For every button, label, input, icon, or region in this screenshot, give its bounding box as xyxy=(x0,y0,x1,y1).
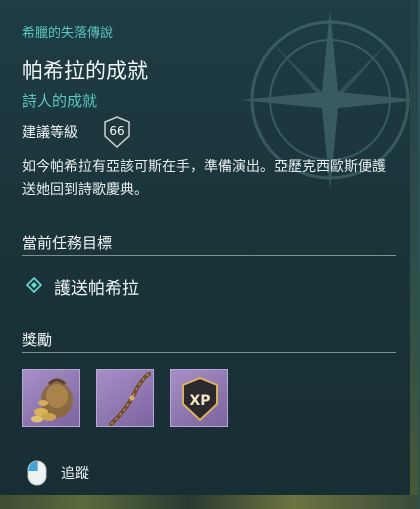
background-edge-bottom xyxy=(0,495,418,509)
track-button-label[interactable]: 追蹤 xyxy=(61,463,89,483)
mouse-icon[interactable] xyxy=(26,459,48,487)
level-badge: 66 xyxy=(103,116,131,148)
coin-pouch-icon xyxy=(31,378,73,423)
background-edge-right xyxy=(410,0,418,509)
quest-description: 如今帕希拉有亞該可斯在手，準備演出。亞歷克西歐斯便護送她回到詩歌慶典。 xyxy=(22,159,386,198)
reward-xp[interactable]: XP xyxy=(170,369,228,427)
diamond-objective-icon xyxy=(26,277,42,293)
xp-shield-icon: XP xyxy=(182,376,218,422)
objective-text: 護送帕希拉 xyxy=(54,279,139,299)
quest-category: 希臘的失落傳說 xyxy=(22,26,114,41)
level-value: 66 xyxy=(109,124,125,138)
xp-badge-text: XP xyxy=(189,393,210,409)
objectives-header: 當前任務目標 xyxy=(22,234,113,252)
objectives-divider xyxy=(22,255,396,256)
quest-subtitle: 詩人的成就 xyxy=(22,92,98,110)
rewards-header: 獎勵 xyxy=(22,331,53,349)
reward-coin-pouch[interactable] xyxy=(22,369,80,427)
bow-icon xyxy=(109,372,151,426)
reward-bow[interactable] xyxy=(96,369,154,427)
quest-details-panel: 希臘的失落傳說 帕希拉的成就 詩人的成就 建議等級 66 如今帕希拉有亞該可斯在… xyxy=(0,0,420,509)
quest-title: 帕希拉的成就 xyxy=(22,59,148,83)
recommended-level-label: 建議等級 xyxy=(22,125,78,141)
rewards-divider xyxy=(22,352,396,353)
